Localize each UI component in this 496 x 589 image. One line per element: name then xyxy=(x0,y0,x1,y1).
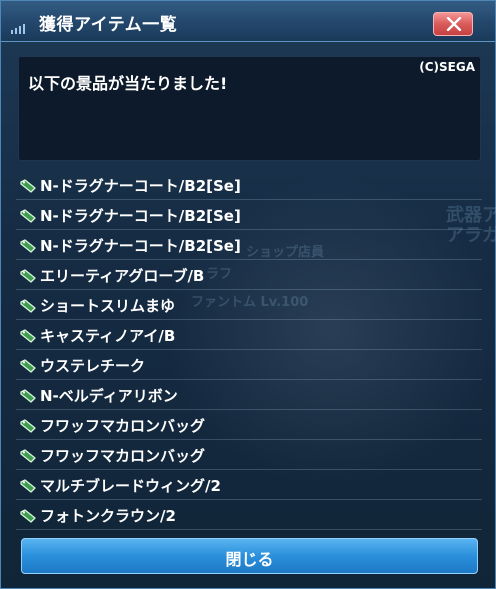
tag-icon xyxy=(20,418,36,433)
item-label: フォトンクラウン/2 xyxy=(40,507,176,525)
list-item[interactable]: エリーティアグローブ/B xyxy=(16,260,482,290)
list-item[interactable]: ウステレチーク xyxy=(16,350,482,380)
item-label: N-ドラグナーコート/B2[Se] xyxy=(40,177,241,195)
tag-icon xyxy=(20,178,36,193)
item-label: N-ドラグナーコート/B2[Se] xyxy=(40,237,241,255)
tag-icon xyxy=(20,238,36,253)
tag-icon xyxy=(20,298,36,313)
item-label: フワッフマカロンバッグ xyxy=(40,447,206,465)
tag-icon xyxy=(20,268,36,283)
list-item[interactable]: N-ベルディアリボン xyxy=(16,380,482,410)
close-button[interactable]: 閉じる xyxy=(21,538,478,574)
list-item[interactable]: フォトンクラウン/2 xyxy=(16,500,482,530)
tag-icon xyxy=(20,208,36,223)
list-item[interactable]: N-ドラグナーコート/B2[Se] xyxy=(16,170,482,200)
signal-icon xyxy=(11,24,25,34)
item-label: N-ドラグナーコート/B2[Se] xyxy=(40,207,241,225)
tag-icon xyxy=(20,478,36,493)
close-button-label: 閉じる xyxy=(225,550,274,569)
item-list: N-ドラグナーコート/B2[Se] N-ドラグナーコート/B2[Se] N-ドラ… xyxy=(16,170,482,530)
tag-icon xyxy=(20,328,36,343)
result-message: 以下の景品が当たりました! xyxy=(28,74,228,93)
list-item[interactable]: ショートスリムまゆ xyxy=(16,290,482,320)
list-item[interactable]: キャスティノアイ/B xyxy=(16,320,482,350)
list-item[interactable]: フワッフマカロンバッグ xyxy=(16,410,482,440)
copyright-text: (C)SEGA xyxy=(419,60,475,74)
list-item[interactable]: N-ドラグナーコート/B2[Se] xyxy=(16,230,482,260)
close-x-button[interactable] xyxy=(433,12,473,36)
list-item[interactable]: N-ドラグナーコート/B2[Se] xyxy=(16,200,482,230)
item-label: フワッフマカロンバッグ xyxy=(40,417,206,435)
item-label: ウステレチーク xyxy=(40,357,146,375)
tag-icon xyxy=(20,358,36,373)
window-title: 獲得アイテム一覧 xyxy=(39,15,178,35)
tag-icon xyxy=(20,388,36,403)
item-label: ショートスリムまゆ xyxy=(40,297,176,315)
title-bar[interactable]: 獲得アイテム一覧 xyxy=(1,1,495,42)
tag-icon xyxy=(20,448,36,463)
item-label: N-ベルディアリボン xyxy=(40,387,178,405)
item-label: キャスティノアイ/B xyxy=(40,327,176,345)
list-item[interactable]: マルチブレードウィング/2 xyxy=(16,470,482,500)
item-list-window: 獲得アイテム一覧 武器ア アラガ ショップ店員 ラフ ファントム Lv.100 … xyxy=(0,0,496,589)
tag-icon xyxy=(20,508,36,523)
message-box: (C)SEGA 以下の景品が当たりました! xyxy=(18,56,481,161)
x-icon xyxy=(446,17,462,31)
item-label: エリーティアグローブ/B xyxy=(40,267,205,285)
item-label: マルチブレードウィング/2 xyxy=(40,477,221,495)
list-item[interactable]: フワッフマカロンバッグ xyxy=(16,440,482,470)
